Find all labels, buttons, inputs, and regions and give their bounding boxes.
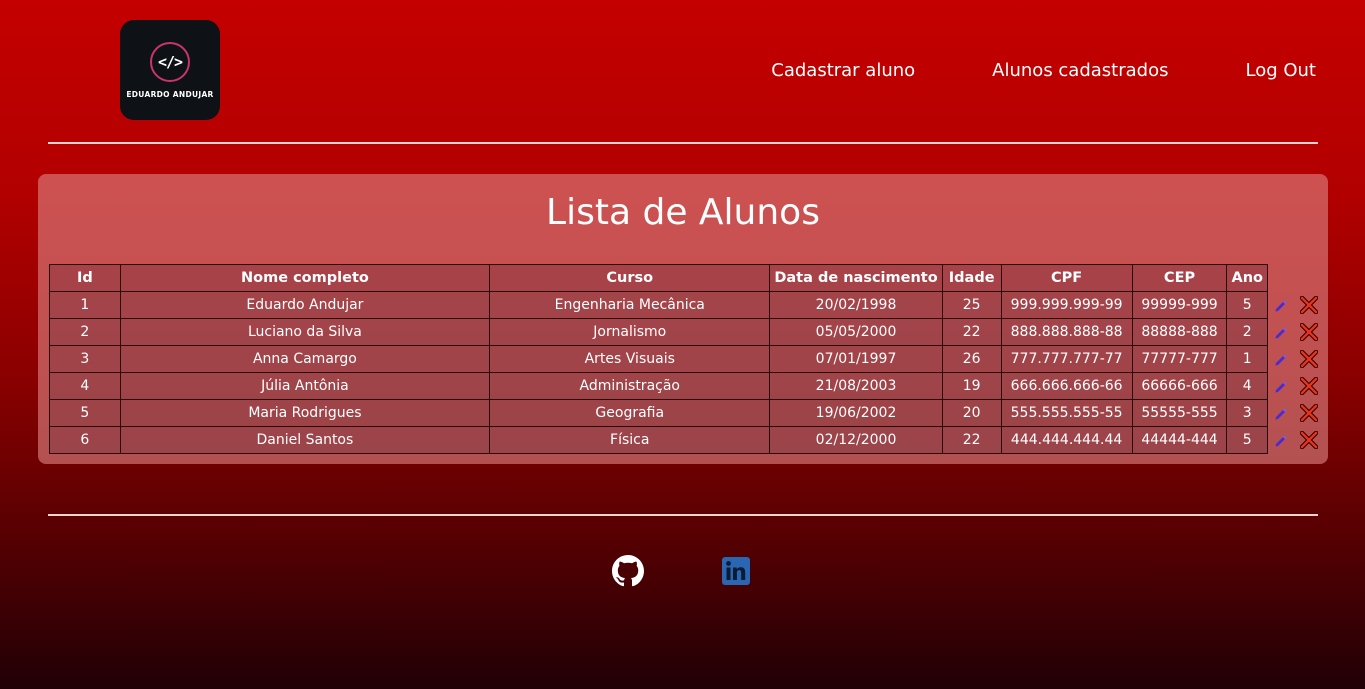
cell-cep: 55555-555	[1131, 399, 1228, 427]
cell-nascimento: 02/12/2000	[769, 426, 943, 454]
nav-cadastrar-aluno[interactable]: Cadastrar aluno	[771, 60, 915, 81]
col-header-curso: Curso	[489, 264, 771, 292]
cell-curso: Artes Visuais	[489, 345, 771, 373]
cell-ano: 1	[1226, 345, 1268, 373]
github-icon[interactable]	[612, 555, 644, 587]
cell-nascimento: 07/01/1997	[769, 345, 943, 373]
header-divider	[48, 142, 1318, 144]
cell-cep: 88888-888	[1131, 318, 1228, 346]
cell-idade: 20	[941, 399, 1002, 427]
logo[interactable]: </> EDUARDO ANDUJAR	[120, 20, 220, 120]
cell-idade: 22	[941, 426, 1002, 454]
students-table: Id Nome completo Curso Data de nasciment…	[49, 264, 1328, 454]
pencil-icon[interactable]	[1274, 352, 1288, 366]
delete-x-icon[interactable]	[1300, 431, 1318, 449]
delete-x-icon[interactable]	[1300, 350, 1318, 368]
top-nav: Cadastrar aluno Alunos cadastrados Log O…	[771, 60, 1316, 81]
cell-ano: 2	[1226, 318, 1268, 346]
cell-curso: Geografia	[489, 399, 771, 427]
nav-alunos-cadastrados[interactable]: Alunos cadastrados	[992, 60, 1168, 81]
cell-curso: Física	[489, 426, 771, 454]
cell-idade: 26	[941, 345, 1002, 373]
footer-divider	[48, 514, 1318, 516]
cell-id: 1	[49, 291, 121, 319]
row-actions	[1268, 319, 1328, 346]
cell-nascimento: 05/05/2000	[769, 318, 943, 346]
pencil-icon[interactable]	[1274, 406, 1288, 420]
table-row: 4 Júlia Antônia Administração 21/08/2003 19 6…	[49, 372, 1328, 400]
cell-cpf: 777.777.777-77	[1000, 345, 1133, 373]
delete-x-icon[interactable]	[1300, 323, 1318, 341]
code-icon: </>	[150, 42, 190, 82]
cell-nascimento: 20/02/1998	[769, 291, 943, 319]
cell-curso: Engenharia Mecânica	[489, 291, 771, 319]
delete-x-icon[interactable]	[1300, 404, 1318, 422]
nav-log-out[interactable]: Log Out	[1245, 60, 1316, 81]
cell-id: 6	[49, 426, 121, 454]
cell-nome: Anna Camargo	[119, 345, 491, 373]
table-row: 1 Eduardo Andujar Engenharia Mecânica 20/02…	[49, 291, 1328, 319]
table-row: 6 Daniel Santos Física 02/12/2000 22 444.444.…	[49, 426, 1328, 454]
pencil-icon[interactable]	[1274, 379, 1288, 393]
table-row: 5 Maria Rodrigues Geografia 19/06/2002 20 555…	[49, 399, 1328, 427]
logo-text: EDUARDO ANDUJAR	[126, 90, 214, 99]
cell-nome: Luciano da Silva	[119, 318, 491, 346]
row-actions	[1268, 292, 1328, 319]
cell-nome: Daniel Santos	[119, 426, 491, 454]
cell-ano: 5	[1226, 426, 1268, 454]
cell-ano: 5	[1226, 291, 1268, 319]
delete-x-icon[interactable]	[1300, 377, 1318, 395]
cell-id: 5	[49, 399, 121, 427]
delete-x-icon[interactable]	[1300, 296, 1318, 314]
cell-nascimento: 19/06/2002	[769, 399, 943, 427]
col-header-nome: Nome completo	[119, 264, 491, 292]
table-header-row: Id Nome completo Curso Data de nasciment…	[49, 264, 1328, 292]
row-actions	[1268, 427, 1328, 454]
row-actions	[1268, 346, 1328, 373]
page-title: Lista de Alunos	[546, 192, 820, 233]
cell-nome: Maria Rodrigues	[119, 399, 491, 427]
cell-curso: Administração	[489, 372, 771, 400]
linkedin-icon[interactable]	[722, 557, 750, 585]
cell-cpf: 444.444.444.44	[1000, 426, 1133, 454]
table-row: 2 Luciano da Silva Jornalismo 05/05/2000 22 8…	[49, 318, 1328, 346]
col-header-nascimento: Data de nascimento	[769, 264, 943, 292]
cell-ano: 3	[1226, 399, 1268, 427]
cell-cep: 77777-777	[1131, 345, 1228, 373]
cell-nome: Eduardo Andujar	[119, 291, 491, 319]
row-actions	[1268, 400, 1328, 427]
cell-idade: 22	[941, 318, 1002, 346]
cell-cpf: 555.555.555-55	[1000, 399, 1133, 427]
col-header-ano: Ano	[1226, 264, 1268, 292]
pencil-icon[interactable]	[1274, 433, 1288, 447]
pencil-icon[interactable]	[1274, 325, 1288, 339]
cell-id: 2	[49, 318, 121, 346]
cell-curso: Jornalismo	[489, 318, 771, 346]
cell-nome: Júlia Antônia	[119, 372, 491, 400]
cell-cep: 44444-444	[1131, 426, 1228, 454]
row-actions	[1268, 373, 1328, 400]
cell-cpf: 666.666.666-66	[1000, 372, 1133, 400]
col-header-idade: Idade	[941, 264, 1002, 292]
table-row: 3 Anna Camargo Artes Visuais 07/01/1997 26 77…	[49, 345, 1328, 373]
cell-cpf: 999.999.999-99	[1000, 291, 1133, 319]
col-header-cpf: CPF	[1000, 264, 1133, 292]
logo-symbol: </>	[157, 53, 183, 71]
students-card: Lista de Alunos Id Nome completo Curso D…	[38, 174, 1328, 464]
cell-idade: 19	[941, 372, 1002, 400]
col-header-cep: CEP	[1131, 264, 1228, 292]
pencil-icon[interactable]	[1274, 298, 1288, 312]
col-header-id: Id	[49, 264, 121, 292]
cell-id: 4	[49, 372, 121, 400]
cell-cpf: 888.888.888-88	[1000, 318, 1133, 346]
cell-id: 3	[49, 345, 121, 373]
cell-idade: 25	[941, 291, 1002, 319]
cell-nascimento: 21/08/2003	[769, 372, 943, 400]
col-header-actions	[1268, 265, 1328, 292]
cell-cep: 99999-999	[1131, 291, 1228, 319]
cell-ano: 4	[1226, 372, 1268, 400]
cell-cep: 66666-666	[1131, 372, 1228, 400]
